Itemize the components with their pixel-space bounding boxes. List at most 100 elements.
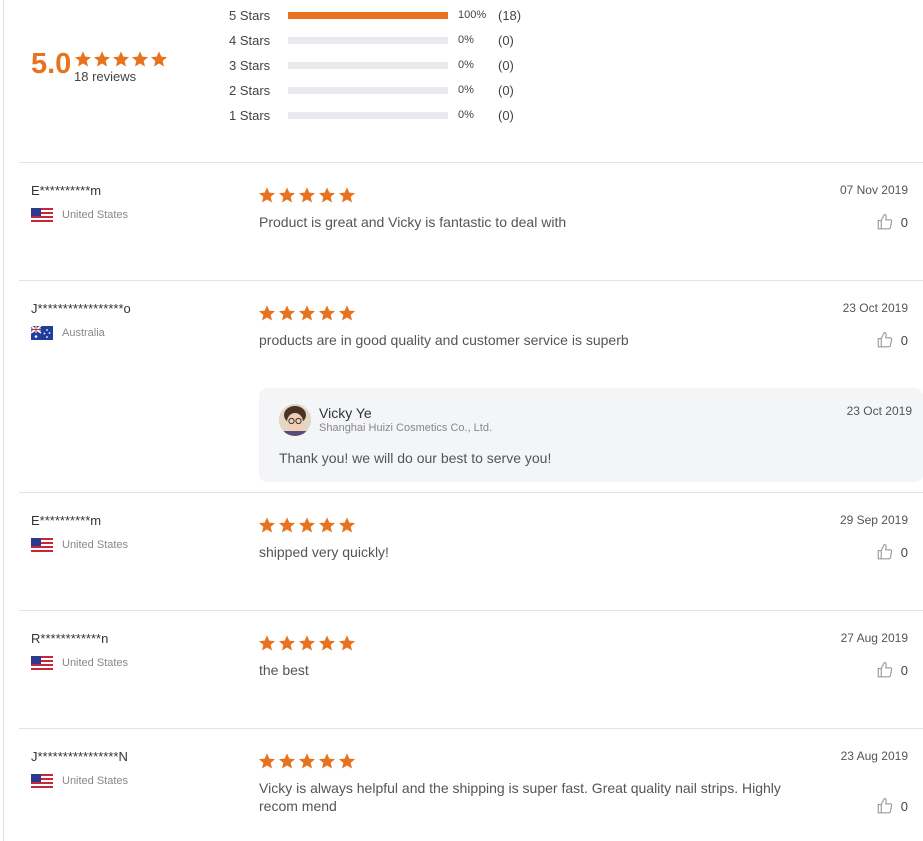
- helpful-button[interactable]: 0: [876, 543, 908, 561]
- review-date: 07 Nov 2019: [839, 183, 908, 197]
- star-icon: [278, 635, 296, 651]
- rating-bar-label: 2 Stars: [229, 82, 271, 98]
- divider: [19, 162, 923, 163]
- rating-bar-count: (0): [498, 107, 514, 123]
- rating-bar-count: (18): [498, 7, 522, 23]
- review-rating-stars: [258, 752, 356, 770]
- thumbs-up-icon: [877, 661, 892, 678]
- review-rating-stars: [258, 516, 356, 534]
- review-date: 23 Oct 2019: [842, 301, 908, 315]
- us-flag-icon: [31, 208, 53, 222]
- reviewer-country: United States: [31, 774, 128, 788]
- us-flag-icon: [31, 774, 53, 788]
- thumbs-up-icon: [877, 543, 892, 560]
- rating-bar-label: 4 Stars: [229, 32, 271, 48]
- helpful-button[interactable]: 0: [876, 331, 908, 349]
- rating-bar-label: 3 Stars: [229, 57, 271, 73]
- review-text: Product is great and Vicky is fantastic …: [259, 214, 567, 230]
- review-date: 23 Aug 2019: [840, 749, 908, 763]
- helpful-count: 0: [900, 544, 908, 560]
- star-icon: [298, 635, 316, 651]
- rating-bar-row[interactable]: 5 Stars 100% (18): [229, 5, 521, 25]
- reviews-count: 18 reviews: [74, 69, 137, 84]
- country-label: United States: [62, 657, 129, 669]
- us-flag-icon: [31, 538, 53, 552]
- avatar: [279, 404, 311, 436]
- review-date: 29 Sep 2019: [839, 513, 908, 527]
- rating-bar-track: [288, 36, 448, 44]
- reviewer-country: United States: [31, 208, 128, 222]
- divider: [19, 728, 923, 729]
- reply-text: Thank you! we will do our best to serve …: [279, 450, 552, 466]
- rating-bar-label: 5 Stars: [229, 7, 271, 23]
- star-icon: [74, 51, 92, 67]
- helpful-count: 0: [900, 662, 908, 678]
- star-icon: [298, 187, 316, 203]
- rating-bar-track: [288, 61, 448, 69]
- rating-bar-label: 1 Stars: [229, 107, 271, 123]
- review-rating-stars: [258, 186, 356, 204]
- au-flag-icon: [31, 326, 53, 340]
- helpful-button[interactable]: 0: [876, 797, 908, 815]
- star-icon: [318, 517, 336, 533]
- helpful-button[interactable]: 0: [876, 213, 908, 231]
- star-icon: [298, 517, 316, 533]
- star-icon: [338, 517, 356, 533]
- rating-bar-count: (0): [498, 57, 514, 73]
- rating-bar-row[interactable]: 1 Stars 0% (0): [229, 105, 514, 125]
- us-flag-icon: [31, 656, 53, 670]
- rating-bar-track: [288, 86, 448, 94]
- thumbs-up-icon: [877, 797, 892, 814]
- reviewer-country: Australia: [31, 326, 105, 340]
- divider: [19, 492, 923, 493]
- reply-company-name: Shanghai Huizi Cosmetics Co., Ltd.: [319, 422, 493, 434]
- rating-bar-track: [288, 11, 448, 19]
- average-rating-score: 5.0: [31, 48, 72, 80]
- star-icon: [258, 753, 276, 769]
- rating-bar-row[interactable]: 2 Stars 0% (0): [229, 80, 514, 100]
- divider: [19, 280, 923, 281]
- helpful-button[interactable]: 0: [876, 661, 908, 679]
- star-icon: [338, 305, 356, 321]
- reply-author-name: Vicky Ye: [319, 405, 372, 421]
- reviewer-name: J****************N: [31, 749, 128, 764]
- left-border: [3, 0, 4, 841]
- star-icon: [278, 753, 296, 769]
- star-icon: [150, 51, 168, 67]
- star-icon: [112, 51, 130, 67]
- star-icon: [258, 635, 276, 651]
- seller-reply: Vicky Ye Shanghai Huizi Cosmetics Co., L…: [259, 388, 923, 482]
- star-icon: [298, 753, 316, 769]
- reviewer-name: J*****************o: [31, 301, 131, 316]
- reviewer-country: United States: [31, 656, 128, 670]
- star-icon: [318, 635, 336, 651]
- star-icon: [131, 51, 149, 67]
- review-text: Vicky is always helpful and the shipping…: [259, 780, 781, 814]
- review-text: shipped very quickly!: [259, 544, 389, 560]
- star-icon: [278, 187, 296, 203]
- country-label: United States: [62, 209, 129, 221]
- rating-bar-row[interactable]: 3 Stars 0% (0): [229, 55, 514, 75]
- reviewer-country: United States: [31, 538, 128, 552]
- rating-bar-fill: [288, 11, 448, 19]
- rating-bar-percent: 0%: [458, 59, 474, 71]
- rating-bar-percent: 0%: [458, 109, 474, 121]
- rating-bar-percent: 100%: [458, 9, 487, 21]
- country-label: Australia: [62, 327, 105, 339]
- reviewer-name: E**********m: [31, 183, 102, 198]
- star-icon: [258, 187, 276, 203]
- rating-bar-count: (0): [498, 82, 514, 98]
- star-icon: [298, 305, 316, 321]
- star-icon: [318, 305, 336, 321]
- divider: [19, 610, 923, 611]
- rating-bar-row[interactable]: 4 Stars 0% (0): [229, 30, 514, 50]
- review-date: 27 Aug 2019: [840, 631, 908, 645]
- helpful-count: 0: [900, 214, 908, 230]
- review-rating-stars: [258, 304, 356, 322]
- rating-bar-percent: 0%: [458, 84, 474, 96]
- country-label: United States: [62, 775, 129, 787]
- star-icon: [258, 517, 276, 533]
- star-icon: [338, 635, 356, 651]
- thumbs-up-icon: [877, 331, 892, 348]
- helpful-count: 0: [900, 798, 908, 814]
